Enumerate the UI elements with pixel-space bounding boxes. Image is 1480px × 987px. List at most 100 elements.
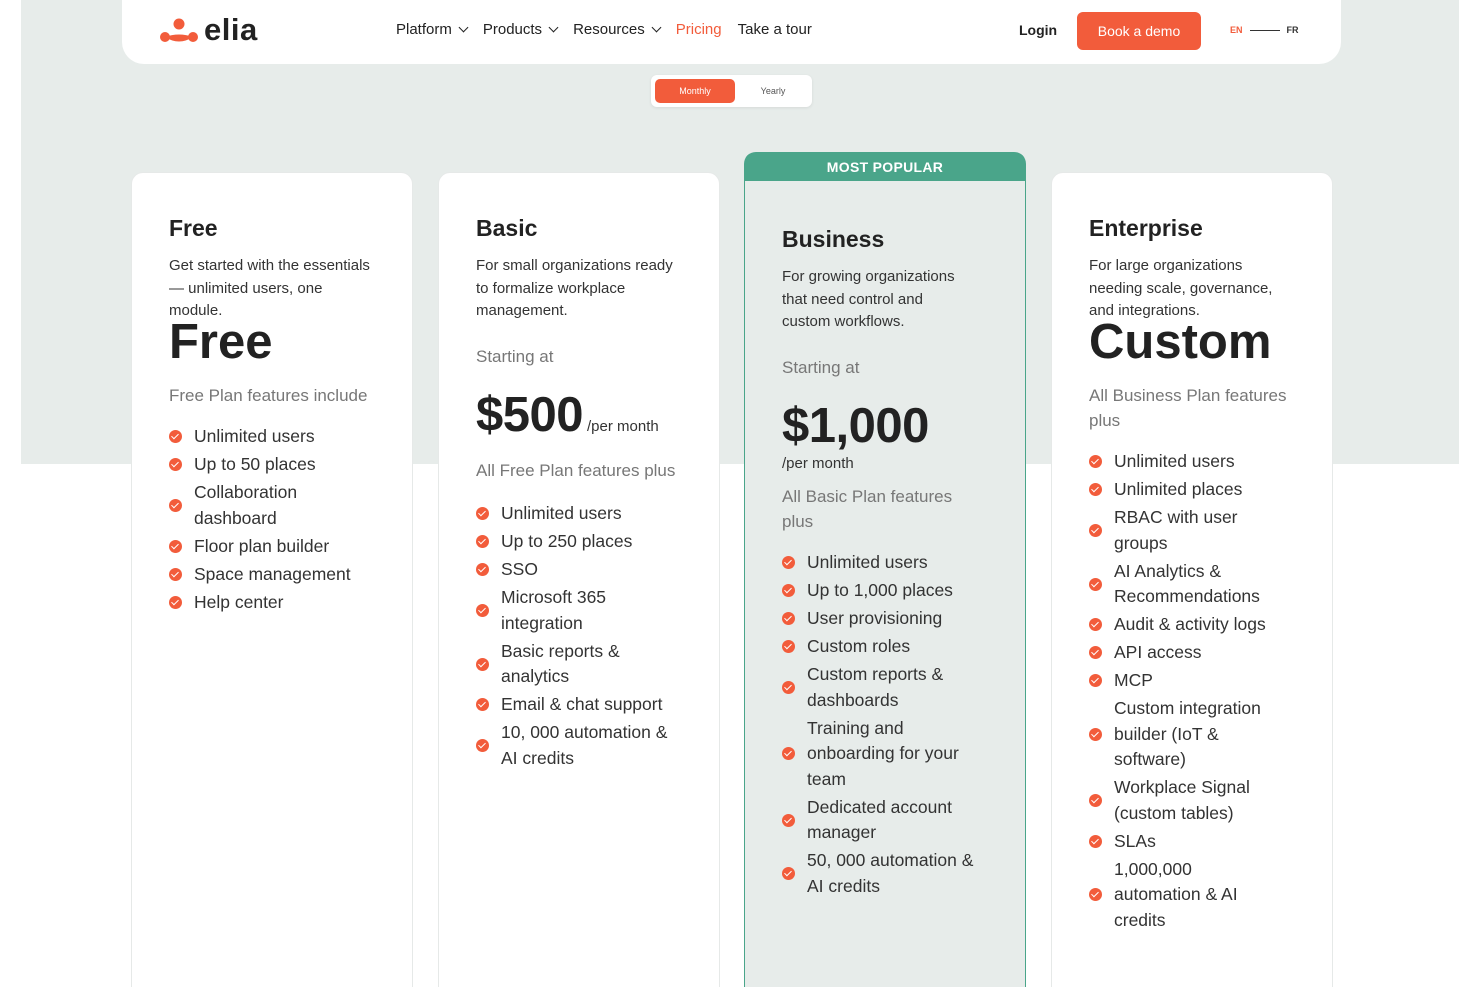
plan-name: Basic [476, 215, 538, 241]
feature-label: API access [1114, 642, 1202, 662]
check-icon [169, 595, 182, 609]
nav-resources-label: Resources [573, 21, 645, 38]
language-switcher: EN FR [1230, 25, 1299, 35]
check-icon [782, 640, 795, 654]
plan-name: Business [782, 226, 885, 252]
book-demo-button[interactable]: Book a demo [1077, 12, 1201, 50]
feature-label: Floor plan builder [194, 535, 330, 556]
check-icon [1089, 674, 1102, 688]
check-icon [476, 698, 489, 712]
feature-item: User provisioning [782, 606, 988, 632]
feature-label: 1,000,000 automation & AI credits [1114, 858, 1238, 930]
feature-list: Unlimited users Up to 250 places SSO Mic… [476, 501, 682, 771]
plan-name: Free [169, 215, 218, 241]
feature-list: Unlimited users Up to 1,000 places User … [782, 550, 988, 899]
check-icon [782, 584, 795, 598]
feature-item: Unlimited users [782, 550, 988, 576]
plan-includes-label: All Free Plan features plus [476, 461, 676, 480]
plan-includes-label: Free Plan features include [169, 386, 368, 405]
feature-item: SSO [476, 557, 682, 583]
toggle-monthly[interactable]: Monthly [655, 79, 735, 103]
feature-item: AI Analytics & Recommendations [1089, 559, 1295, 610]
check-icon [1089, 524, 1102, 537]
check-icon [1089, 888, 1102, 902]
feature-item: Basic reports & analytics [476, 639, 682, 690]
check-icon [782, 813, 795, 827]
check-icon [1089, 455, 1102, 469]
plan-price: $500 [476, 388, 584, 442]
feature-item: Collaboration dashboard [169, 480, 375, 531]
plan-description: For growing organizations that need cont… [782, 268, 955, 330]
starting-at-label: Starting at [782, 358, 860, 377]
feature-label: Custom integration builder (IoT & softwa… [1114, 698, 1261, 769]
feature-label: Audit & activity logs [1114, 614, 1266, 634]
lang-fr[interactable]: FR [1287, 25, 1299, 35]
plan-card-basic: Basic For small organizations ready to f… [438, 172, 720, 987]
nav-platform[interactable]: Platform [396, 21, 469, 38]
plan-price: Free [169, 315, 273, 369]
plan-price: $1,000 [782, 399, 929, 453]
feature-item: Unlimited users [476, 501, 682, 527]
toggle-yearly[interactable]: Yearly [743, 79, 803, 103]
feature-item: Dedicated account manager [782, 795, 988, 846]
nav-pricing[interactable]: Pricing [676, 21, 722, 38]
check-icon [169, 430, 182, 444]
feature-label: User provisioning [807, 608, 943, 628]
feature-label: Unlimited users [194, 426, 315, 446]
feature-label: Help center [194, 591, 284, 612]
feature-label: SLAs [1114, 830, 1156, 851]
feature-label: Up to 50 places [194, 454, 316, 474]
feature-label: RBAC with user groups [1114, 507, 1238, 553]
nav-take-a-tour[interactable]: Take a tour [738, 21, 812, 38]
feature-label: Custom roles [807, 636, 911, 656]
feature-label: AI Analytics & Recommendations [1114, 560, 1260, 607]
check-icon [782, 556, 795, 570]
check-icon [1089, 577, 1102, 591]
feature-item: Audit & activity logs [1089, 612, 1295, 638]
feature-item: 1,000,000 automation & AI credits [1089, 857, 1295, 934]
nav-tour-label: Take a tour [737, 21, 812, 38]
feature-item: 10, 000 automation & AI credits [476, 720, 682, 771]
check-icon [476, 563, 489, 577]
feature-label: Space management [194, 563, 351, 584]
feature-item: Microsoft 365 integration [476, 585, 682, 636]
check-icon [476, 507, 489, 521]
check-icon [169, 539, 182, 553]
check-icon [476, 604, 489, 617]
check-icon [1089, 727, 1102, 741]
feature-item: Unlimited users [1089, 449, 1295, 475]
feature-item: MCP [1089, 668, 1295, 694]
check-icon [1089, 483, 1102, 497]
feature-item: 50, 000 automation & AI credits [782, 848, 988, 899]
nav-products[interactable]: Products [483, 21, 559, 38]
lang-en[interactable]: EN [1230, 25, 1243, 35]
feature-label: Unlimited users [501, 503, 622, 523]
feature-label: Collaboration dashboard [194, 482, 298, 528]
elia-logo[interactable]: elia [160, 12, 258, 48]
nav-resources[interactable]: Resources [573, 21, 662, 38]
plan-card-business: MOST POPULAR Business For growing organi… [744, 152, 1026, 987]
login-link[interactable]: Login [1019, 22, 1057, 38]
feature-label: Workplace Signal (custom tables) [1114, 777, 1250, 823]
feature-label: Up to 1,000 places [807, 580, 953, 600]
feature-label: Email & chat support [501, 694, 663, 714]
feature-label: MCP [1114, 670, 1153, 690]
check-icon [782, 747, 795, 761]
feature-label: Unlimited users [1114, 451, 1235, 471]
chevron-down-icon [548, 22, 559, 33]
plan-card-body: Business For growing organizations that … [745, 181, 1025, 899]
feature-label: SSO [501, 559, 538, 579]
feature-item: Up to 1,000 places [782, 578, 988, 604]
feature-label: Training and onboarding for your team [807, 717, 959, 789]
feature-label: Dedicated account manager [807, 796, 952, 843]
lang-divider [1249, 29, 1280, 31]
top-navbar: elia Platform Products Resources Pricing… [122, 0, 1341, 64]
plan-includes-label: All Basic Plan features plus [782, 487, 953, 531]
feature-item: Email & chat support [476, 692, 682, 718]
feature-item: Custom integration builder (IoT & softwa… [1089, 696, 1295, 773]
feature-label: Unlimited users [807, 552, 928, 572]
check-icon [476, 535, 489, 549]
check-icon [782, 867, 795, 880]
check-icon [169, 458, 182, 472]
nav-platform-label: Platform [396, 21, 452, 38]
